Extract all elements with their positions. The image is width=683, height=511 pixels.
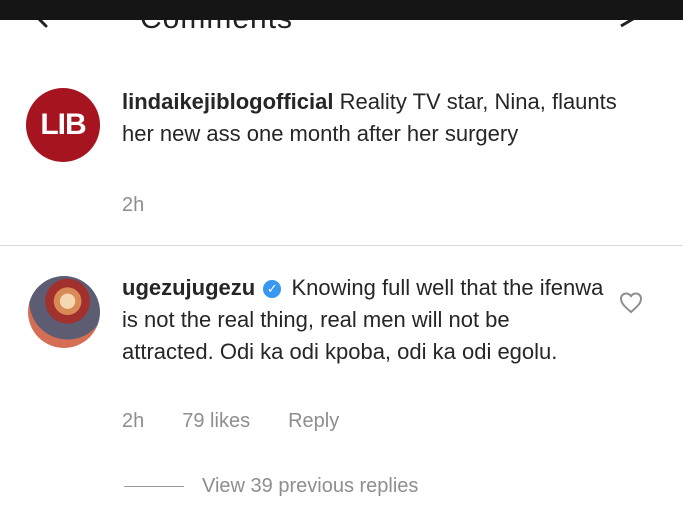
heart-outline-icon[interactable] xyxy=(619,291,643,315)
replies-divider xyxy=(124,486,184,487)
status-bar xyxy=(0,0,683,20)
caption-time: 2h xyxy=(122,194,145,216)
caption-meta: 2h xyxy=(122,194,144,217)
share-icon[interactable] xyxy=(618,20,636,28)
comment-likes[interactable]: 79 likes xyxy=(182,410,250,433)
view-replies-label[interactable]: View 39 previous replies xyxy=(202,475,418,498)
commenter-avatar[interactable] xyxy=(28,276,100,348)
comment-text: ugezujugezu ✓ Knowing full well that the… xyxy=(122,272,607,368)
caption-text: lindaikejiblogofficial Reality TV star, … xyxy=(122,86,622,150)
comment-time: 2h xyxy=(122,410,145,432)
comments-header: Comments xyxy=(0,20,683,34)
comment-meta: 2h 79 likes Reply xyxy=(122,410,339,433)
view-replies-button[interactable]: View 39 previous replies xyxy=(124,475,418,498)
verified-badge-icon: ✓ xyxy=(263,280,282,298)
caption-username[interactable]: lindaikejiblogofficial xyxy=(122,89,333,114)
section-divider xyxy=(0,245,683,246)
comment-username[interactable]: ugezujugezu xyxy=(122,275,255,300)
lib-logo-avatar[interactable]: LIB xyxy=(26,88,100,162)
page-title: Comments xyxy=(140,20,293,34)
reply-button[interactable]: Reply xyxy=(288,410,339,433)
back-arrow-icon[interactable] xyxy=(34,20,52,28)
